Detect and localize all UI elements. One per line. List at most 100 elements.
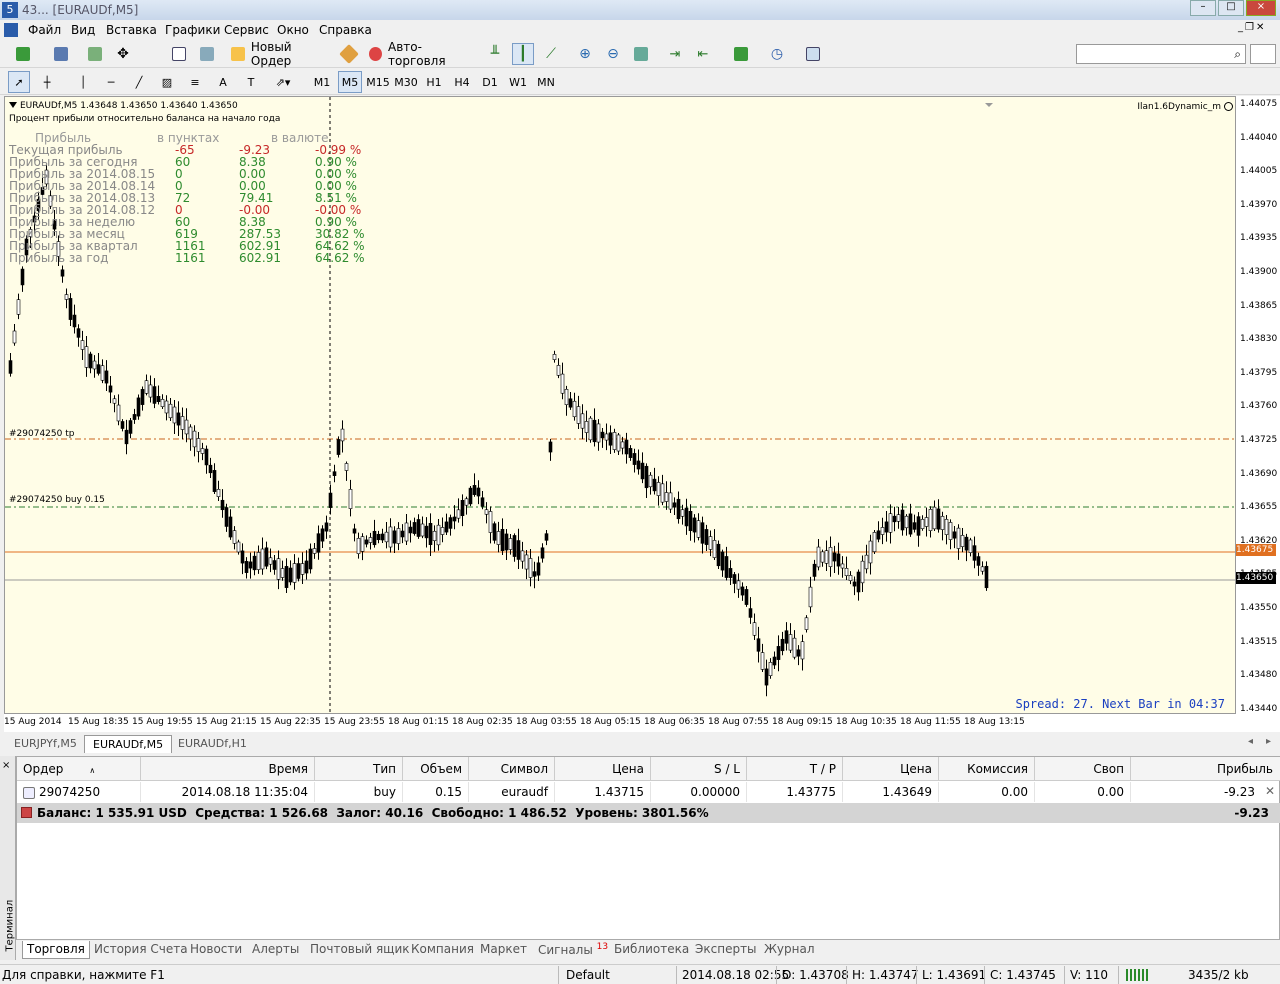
timeframe-MN[interactable]: MN — [534, 71, 558, 93]
col-order[interactable]: Ордер ∧ — [17, 757, 141, 781]
price-chart[interactable]: EURAUDf,M5 1.43648 1.43650 1.43640 1.436… — [4, 96, 1236, 714]
profile-name[interactable]: Default — [566, 968, 610, 982]
market-watch-button[interactable] — [84, 43, 106, 65]
autoscroll-button[interactable]: ⇤ — [692, 43, 714, 65]
fibonacci-button[interactable]: ≡ — [184, 71, 206, 93]
bar-chart-button[interactable]: ╨ — [484, 43, 506, 65]
tab-alerts[interactable]: Алерты — [248, 941, 303, 959]
indicators-button[interactable] — [726, 43, 756, 65]
col-open-price[interactable]: Цена — [555, 757, 651, 781]
menu-view[interactable]: Вид — [71, 23, 95, 37]
crosshair-button[interactable]: ┼ — [36, 71, 58, 93]
search-options-button[interactable] — [1250, 44, 1276, 64]
col-volume[interactable]: Объем — [403, 757, 469, 781]
chart-tab-euraud-h1[interactable]: EURAUDf,H1 — [170, 735, 255, 753]
candle-body — [748, 608, 753, 618]
text-label-button[interactable]: T — [240, 71, 262, 93]
terminal-button[interactable] — [196, 43, 218, 65]
metaeditor-button[interactable] — [338, 43, 360, 65]
arrows-button[interactable]: ⇗▾ — [268, 71, 298, 93]
timeframe-M15[interactable]: M15 — [366, 71, 390, 93]
col-price[interactable]: Цена — [843, 757, 939, 781]
connection-icon[interactable] — [1126, 969, 1150, 981]
menu-file[interactable]: Файл — [28, 23, 61, 37]
time-tick-label: 18 Aug 09:15 — [772, 717, 833, 727]
menu-charts[interactable]: Графики — [165, 23, 220, 37]
scroll-left-icon[interactable]: ◂ — [1248, 736, 1253, 747]
tab-news[interactable]: Новости — [186, 941, 246, 959]
terminal-side: × Терминал — [0, 756, 16, 960]
col-type[interactable]: Тип — [315, 757, 403, 781]
timeframe-H1[interactable]: H1 — [422, 71, 446, 93]
col-symbol[interactable]: Символ — [469, 757, 555, 781]
table-row[interactable]: 29074250 2014.08.18 11:35:04 buy 0.15 eu… — [17, 782, 1280, 802]
time-axis[interactable]: 15 Aug 2014 15 Aug 18:35 15 Aug 19:55 15 Au… — [4, 714, 1280, 732]
chart-shift-icon: ⇥ — [669, 46, 681, 62]
tab-company[interactable]: Компания — [407, 941, 478, 959]
line-chart-button[interactable]: ⟋ — [540, 43, 562, 65]
tab-trade[interactable]: Торговля — [22, 941, 90, 959]
search-input[interactable]: ⌕ — [1076, 44, 1246, 64]
close-order-icon[interactable]: ✕ — [1265, 784, 1275, 798]
tile-windows-button[interactable] — [630, 43, 652, 65]
col-sl[interactable]: S / L — [651, 757, 747, 781]
search-icon[interactable]: ⌕ — [1234, 47, 1241, 62]
new-order-button[interactable]: Новый Ордер — [226, 40, 336, 68]
channel-button[interactable]: ▨ — [156, 71, 178, 93]
timeframe-M5[interactable]: M5 — [338, 71, 362, 93]
timeframe-M1[interactable]: M1 — [310, 71, 334, 93]
minimize-button[interactable]: – — [1190, 0, 1216, 16]
menu-help[interactable]: Справка — [319, 23, 372, 37]
trendline-button[interactable]: ╱ — [128, 71, 150, 93]
candle-body — [948, 522, 953, 540]
scroll-right-icon[interactable]: ▸ — [1266, 736, 1271, 747]
templates-button[interactable] — [798, 43, 828, 65]
timeframe-H4[interactable]: H4 — [450, 71, 474, 93]
vertical-line-button[interactable]: │ — [72, 71, 94, 93]
menu-tools[interactable]: Сервис — [224, 23, 269, 37]
chart-tab-euraud-m5[interactable]: EURAUDf,M5 — [84, 735, 173, 753]
tab-signals[interactable]: Сигналы 13 — [534, 941, 612, 959]
candlestick-button[interactable]: ┃ — [512, 43, 534, 65]
menu-insert[interactable]: Вставка — [106, 23, 157, 37]
tab-library[interactable]: Библиотека — [610, 941, 693, 959]
collapse-icon[interactable] — [9, 102, 17, 108]
profiles-button[interactable] — [46, 43, 76, 65]
price-axis[interactable]: 1.44075 1.44040 1.44005 1.43970 1.43935 1.439… — [1236, 96, 1280, 714]
tab-history[interactable]: История Счета — [90, 941, 192, 959]
col-tp[interactable]: T / P — [747, 757, 843, 781]
maximize-button[interactable]: □ — [1218, 0, 1244, 16]
candle-body — [292, 563, 297, 583]
horizontal-line-button[interactable]: ─ — [100, 71, 122, 93]
col-swap[interactable]: Своп — [1035, 757, 1131, 781]
mdi-restore-button[interactable]: ❐ — [1245, 22, 1254, 38]
cursor-button[interactable]: ➚ — [8, 71, 30, 93]
new-chart-button[interactable] — [8, 43, 38, 65]
chart-shift-button[interactable]: ⇥ — [664, 43, 686, 65]
timeframe-D1[interactable]: D1 — [478, 71, 502, 93]
tab-market[interactable]: Маркет — [476, 941, 531, 959]
timeframe-W1[interactable]: W1 — [506, 71, 530, 93]
zoom-in-button[interactable]: ⊕ — [574, 43, 596, 65]
tab-experts[interactable]: Эксперты — [691, 941, 761, 959]
chart-tab-eurjpy-m5[interactable]: EURJPYf,M5 — [6, 735, 85, 753]
zoom-out-button[interactable]: ⊖ — [602, 43, 624, 65]
candle-body — [204, 448, 209, 466]
navigator-button[interactable]: ✥ — [112, 43, 134, 65]
terminal-close-icon[interactable]: × — [2, 760, 10, 771]
col-time[interactable]: Время — [141, 757, 315, 781]
menu-window[interactable]: Окно — [277, 23, 309, 37]
close-button[interactable]: × — [1246, 0, 1276, 16]
col-commission[interactable]: Комиссия — [939, 757, 1035, 781]
timeframe-M30[interactable]: M30 — [394, 71, 418, 93]
text-button[interactable]: A — [212, 71, 234, 93]
col-profit[interactable]: Прибыль — [1131, 757, 1279, 781]
tab-journal[interactable]: Журнал — [760, 941, 819, 959]
candle-body — [220, 499, 225, 511]
periods-button[interactable]: ◷ — [762, 43, 792, 65]
tab-mailbox[interactable]: Почтовый ящик — [306, 941, 414, 959]
data-window-button[interactable] — [168, 43, 190, 65]
mdi-close-button[interactable]: ✕ — [1256, 22, 1264, 38]
mdi-minimize-button[interactable]: _ — [1238, 22, 1243, 38]
auto-trading-button[interactable]: Авто-торговля — [364, 40, 474, 68]
